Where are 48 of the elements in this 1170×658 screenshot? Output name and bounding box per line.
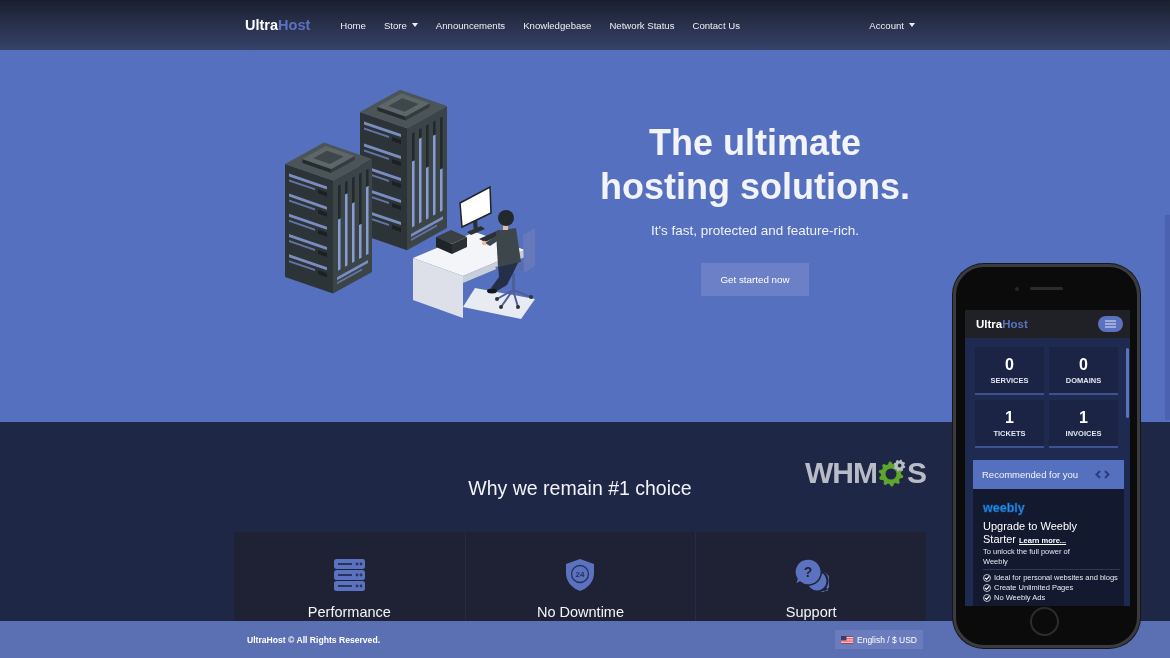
logo-text: S [907,458,926,488]
feature-title: Support [785,603,837,622]
floor-mat [463,288,535,319]
hero-title: The ultimate hosting solutions. [599,121,911,209]
home-button[interactable] [1030,607,1059,636]
logo-text: WHM [805,458,877,488]
app-logo[interactable]: UltraHost [976,318,1028,330]
nav-link[interactable]: Announcements [435,19,506,31]
nav-link[interactable]: Contact Us [692,19,740,31]
feature-title: No Downtime [536,603,624,622]
gear-icon [878,459,906,487]
shield-label: 24 [576,570,585,579]
phone-speaker [1030,287,1063,290]
scrollbar-thumb[interactable] [1126,348,1129,418]
chevron-left-icon[interactable] [1095,470,1101,479]
feature-title: Performance [307,603,391,622]
server-stack-icon [333,559,365,591]
chat-bubbles-icon [793,558,829,592]
nav-link[interactable]: Account [869,19,915,31]
nav-link[interactable]: Store [383,19,418,31]
get-started-button[interactable]: Get started now [701,263,809,296]
menu-icon [1105,320,1116,328]
stat-value: 1 [1079,408,1088,427]
caret-icon [909,23,915,27]
stat-value: 0 [1005,355,1014,374]
flag-icon [841,635,853,644]
brand-logo: weebly [983,500,1025,516]
check-circle-icon [983,584,991,592]
hero-subtitle: It's fast, protected and feature-rich. [650,222,860,240]
check-circle-icon [983,594,991,602]
printer [436,230,467,254]
stat-value: 0 [1079,355,1088,374]
shield-icon [566,559,595,591]
question-mark: ? [803,564,812,580]
caret-icon [411,23,418,27]
copyright-text: UltraHost © All Rights Reserved. [247,634,381,645]
nav-link[interactable]: Home [340,19,366,31]
computer-monitor [459,185,492,235]
stat-value: 1 [1005,408,1014,427]
recommended-title: Recommended for you [982,469,1079,480]
menu-button[interactable] [1098,316,1123,332]
section-heading: Why we remain #1 choice [468,476,692,500]
site-logo[interactable]: UltraHost [245,17,311,33]
nav-link[interactable]: Knowledgebase [523,19,592,31]
nav-link[interactable]: Network Status [609,19,675,31]
check-circle-icon [983,574,991,582]
chevron-right-icon[interactable] [1104,470,1110,479]
language-button[interactable]: English / $ USD [835,630,923,649]
